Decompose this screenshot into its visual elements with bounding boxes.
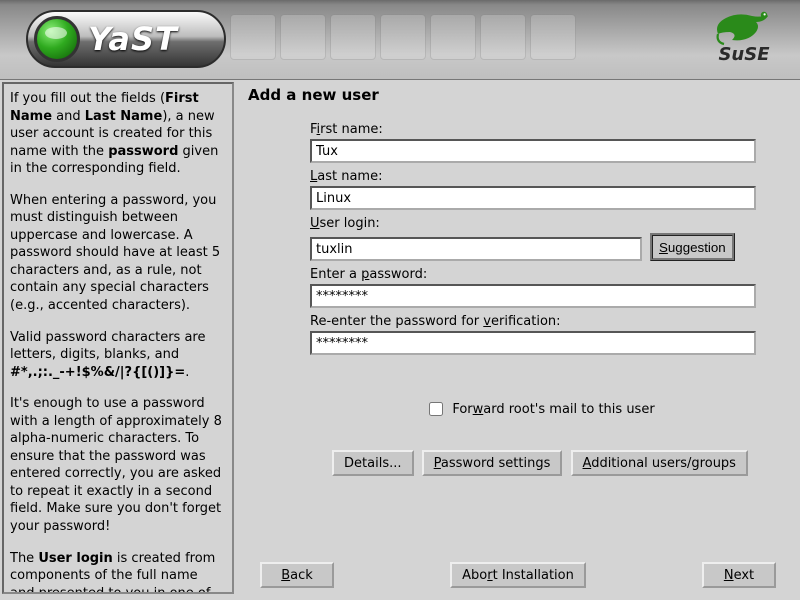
help-paragraph: It's enough to use a password with a len… (10, 395, 224, 535)
forward-mail-label[interactable]: Forward root's mail to this user (425, 399, 654, 419)
user-login-input[interactable] (310, 237, 642, 261)
yast-logo: YaST (26, 10, 226, 68)
last-name-label: Last name: (310, 169, 770, 184)
yast-orb-icon (34, 16, 80, 62)
password-input[interactable] (310, 284, 756, 308)
last-name-input[interactable] (310, 186, 756, 210)
password-verify-input[interactable] (310, 331, 756, 355)
first-name-label: First name: (310, 122, 770, 137)
main-panel: Add a new user First name: Last name: Us… (234, 80, 800, 596)
suse-logo: SuSE (702, 4, 786, 65)
decorative-keys (230, 14, 680, 70)
details-button[interactable]: Details... (332, 450, 413, 476)
chameleon-icon (712, 4, 776, 48)
suse-text: SuSE (718, 44, 769, 65)
first-name-input[interactable] (310, 139, 756, 163)
forward-mail-checkbox[interactable] (429, 402, 443, 416)
yast-text: YaST (88, 20, 178, 58)
help-paragraph: The User login is created from component… (10, 550, 224, 594)
help-panel: If you fill out the fields (First Name a… (2, 82, 234, 594)
help-paragraph: If you fill out the fields (First Name a… (10, 90, 224, 178)
back-button[interactable]: Back (260, 562, 334, 588)
next-button[interactable]: Next (702, 562, 776, 588)
help-paragraph: Valid password characters are letters, d… (10, 329, 224, 382)
password-verify-label: Re-enter the password for verification: (310, 314, 770, 329)
user-login-label: User login: (310, 216, 770, 231)
page-title: Add a new user (248, 86, 790, 104)
additional-users-button[interactable]: Additional users/groups (571, 450, 748, 476)
help-paragraph: When entering a password, you must disti… (10, 192, 224, 315)
password-settings-button[interactable]: Password settings (422, 450, 563, 476)
header-bar: YaST SuSE (0, 0, 800, 80)
abort-button[interactable]: Abort Installation (450, 562, 586, 588)
suggestion-button[interactable]: Suggestion (650, 233, 735, 261)
password-label: Enter a password: (310, 267, 770, 282)
